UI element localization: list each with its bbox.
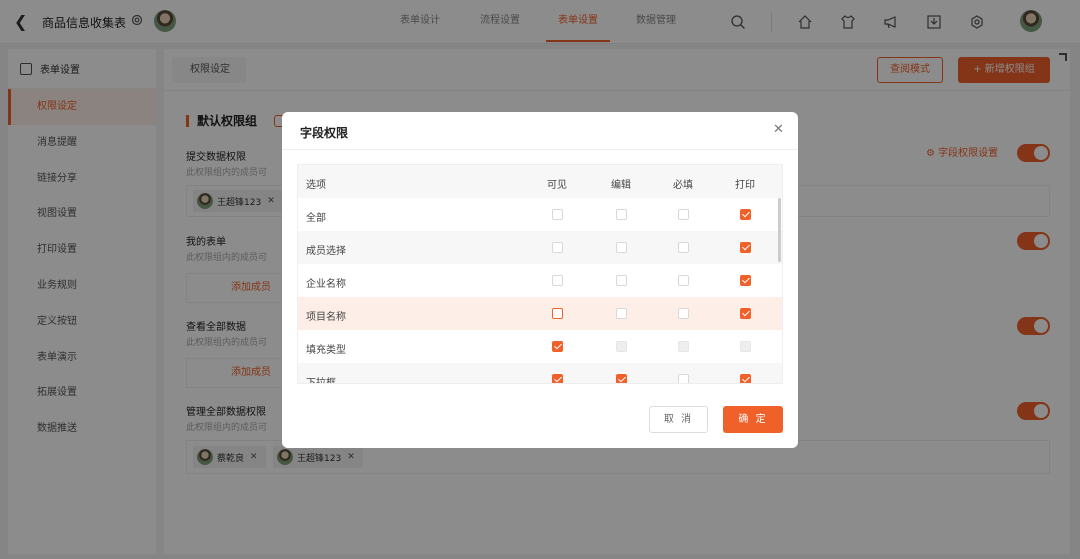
divider <box>282 149 798 150</box>
print-checkbox <box>740 341 751 352</box>
edit-checkbox[interactable] <box>616 275 627 286</box>
visible-checkbox[interactable] <box>552 275 563 286</box>
edit-checkbox <box>616 341 627 352</box>
field-permission-dialog: 字段权限 ✕ 选项 可见 编辑 必填 打印 全部成员选择企业名称项目名称填充类型… <box>282 112 798 448</box>
visible-checkbox[interactable] <box>552 242 563 253</box>
required-checkbox <box>678 341 689 352</box>
cancel-button[interactable]: 取 消 <box>649 406 708 433</box>
required-checkbox[interactable] <box>678 374 689 383</box>
close-icon[interactable]: ✕ <box>773 122 784 137</box>
visible-checkbox[interactable] <box>552 308 563 319</box>
row-label: 全部 <box>306 213 326 224</box>
row-label: 企业名称 <box>306 279 346 290</box>
required-checkbox[interactable] <box>678 209 689 220</box>
print-checkbox[interactable] <box>740 209 751 220</box>
permission-table: 选项 可见 编辑 必填 打印 全部成员选择企业名称项目名称填充类型下拉框 <box>297 164 783 384</box>
column-header-option: 选项 <box>306 180 326 191</box>
print-checkbox[interactable] <box>740 308 751 319</box>
required-checkbox[interactable] <box>678 242 689 253</box>
print-checkbox[interactable] <box>740 242 751 253</box>
table-row: 企业名称 <box>298 264 782 297</box>
print-checkbox[interactable] <box>740 275 751 286</box>
column-header-required: 必填 <box>673 180 693 191</box>
column-header-print: 打印 <box>735 180 755 191</box>
print-checkbox[interactable] <box>740 374 751 383</box>
table-header: 选项 可见 编辑 必填 打印 <box>298 165 782 198</box>
confirm-button[interactable]: 确 定 <box>723 406 783 433</box>
edit-checkbox[interactable] <box>616 209 627 220</box>
table-row: 项目名称 <box>298 297 782 330</box>
required-checkbox[interactable] <box>678 275 689 286</box>
visible-checkbox[interactable] <box>552 209 563 220</box>
dialog-title: 字段权限 <box>300 126 349 140</box>
edit-checkbox[interactable] <box>616 242 627 253</box>
table-row: 下拉框 <box>298 363 782 384</box>
visible-checkbox[interactable] <box>552 341 563 352</box>
visible-checkbox[interactable] <box>552 374 563 383</box>
edit-checkbox[interactable] <box>616 374 627 383</box>
required-checkbox[interactable] <box>678 308 689 319</box>
table-row: 成员选择 <box>298 231 782 264</box>
row-label: 下拉框 <box>306 378 336 384</box>
column-header-visible: 可见 <box>547 180 567 191</box>
scrollbar[interactable] <box>778 198 781 262</box>
column-header-edit: 编辑 <box>611 180 631 191</box>
edit-checkbox[interactable] <box>616 308 627 319</box>
row-label: 填充类型 <box>306 345 346 356</box>
table-row: 填充类型 <box>298 330 782 363</box>
row-label: 成员选择 <box>306 246 346 257</box>
row-label: 项目名称 <box>306 312 346 323</box>
table-row: 全部 <box>298 198 782 231</box>
